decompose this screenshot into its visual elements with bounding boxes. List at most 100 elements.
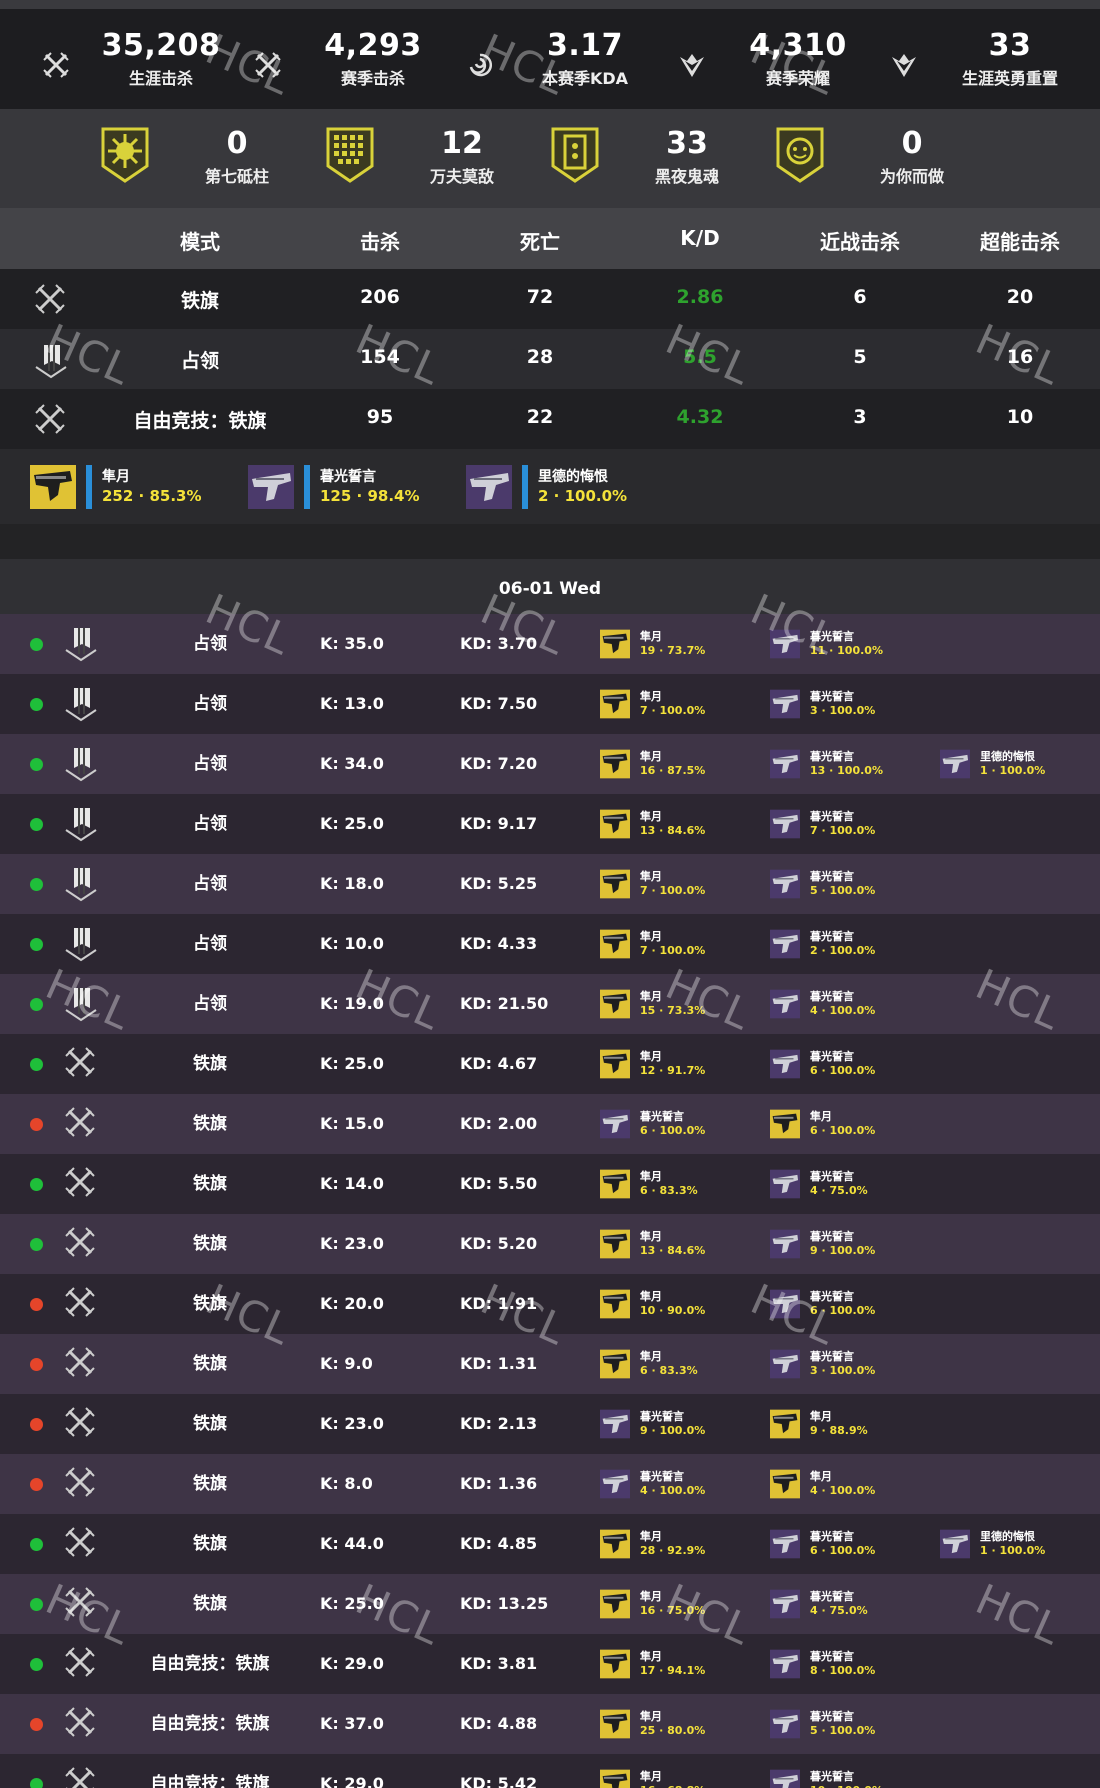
weapon-thumb-icon bbox=[770, 929, 800, 959]
weapon-thumb-icon bbox=[770, 869, 800, 899]
weapon-thumb-icon bbox=[600, 1289, 630, 1319]
match-row[interactable]: 铁旗 K: 23.0 KD: 2.13 暮光誓言 9 · 100.0% 隼月 9 · 88.… bbox=[0, 1394, 1100, 1454]
weapon-thumb-icon bbox=[600, 809, 630, 839]
match-kills: K: 18.0 bbox=[320, 874, 384, 893]
match-kills: K: 25.0 bbox=[320, 1054, 384, 1073]
weapon-stat: 7 · 100.0% bbox=[640, 704, 706, 717]
super-kills-value: 10 bbox=[1006, 406, 1034, 428]
match-mode: 占领 bbox=[193, 634, 227, 654]
match-row[interactable]: 铁旗 K: 9.0 KD: 1.31 隼月 6 · 83.3% 暮光誓言 3 · 100.0… bbox=[0, 1334, 1100, 1394]
weapon-name: 暮光誓言 bbox=[640, 1410, 684, 1423]
weapon-stat: 25 · 80.0% bbox=[640, 1724, 706, 1737]
iron-banner-icon bbox=[32, 281, 68, 317]
weapon-name: 里德的悔恨 bbox=[980, 750, 1035, 763]
match-mode: 铁旗 bbox=[193, 1474, 227, 1494]
weapon-name: 隼月 bbox=[640, 1650, 662, 1663]
header-kills: 击杀 bbox=[360, 230, 400, 254]
badges-bar: 0 第七砥柱 12 万夫莫敌 33 黑夜鬼魂 0 为你而做 bbox=[0, 109, 1100, 208]
match-row[interactable]: 铁旗 K: 25.0 KD: 13.25 隼月 16 · 75.0% 暮光誓言 4 · 75… bbox=[0, 1574, 1100, 1634]
made-for-you-icon bbox=[776, 127, 824, 183]
match-row[interactable]: 铁旗 K: 23.0 KD: 5.20 隼月 13 · 84.6% 暮光誓言 9 · 100… bbox=[0, 1214, 1100, 1274]
iron-banner-icon bbox=[62, 1464, 100, 1504]
weapon-name: 暮光誓言 bbox=[810, 1710, 854, 1723]
iron-banner-icon bbox=[62, 1704, 100, 1744]
match-row[interactable]: 铁旗 K: 44.0 KD: 4.85 隼月 28 · 92.9% 暮光誓言 6 · 100… bbox=[0, 1514, 1100, 1574]
weapon-stat: 252 · 85.3% bbox=[102, 487, 202, 505]
match-weapon: 里德的悔恨 1 · 100.0% bbox=[940, 1527, 1045, 1561]
weapon-thumb-icon bbox=[770, 629, 800, 659]
weapon-name: 暮光誓言 bbox=[320, 469, 376, 485]
match-row[interactable]: 占领 K: 13.0 KD: 7.50 隼月 7 · 100.0% 暮光誓言 3 · 100… bbox=[0, 674, 1100, 734]
season-kills-stat: 4,293 赛季击杀 bbox=[293, 29, 453, 89]
match-weapon: 暮光誓言 5 · 100.0% bbox=[770, 867, 875, 901]
match-kills: K: 35.0 bbox=[320, 634, 384, 653]
match-weapon: 暮光誓言 4 · 100.0% bbox=[600, 1467, 705, 1501]
win-indicator bbox=[30, 1178, 43, 1191]
weapon-thumb-icon bbox=[600, 749, 630, 779]
match-kills: K: 10.0 bbox=[320, 934, 384, 953]
weapon-stat: 1 · 100.0% bbox=[980, 1544, 1046, 1557]
deaths-value: 22 bbox=[526, 406, 554, 428]
match-mode: 铁旗 bbox=[193, 1414, 227, 1434]
match-row[interactable]: 占领 K: 25.0 KD: 9.17 隼月 13 · 84.6% 暮光誓言 7 · 100… bbox=[0, 794, 1100, 854]
weapon-name: 暮光誓言 bbox=[640, 1470, 684, 1483]
match-weapon: 隼月 16 · 75.0% bbox=[600, 1587, 705, 1621]
match-weapon: 隼月 12 · 91.7% bbox=[600, 1047, 705, 1081]
melee-kills-value: 6 bbox=[853, 286, 867, 308]
weapon-name: 隼月 bbox=[640, 1290, 662, 1303]
match-row[interactable]: 占领 K: 35.0 KD: 3.70 隼月 19 · 73.7% 暮光誓言 11 · 10… bbox=[0, 614, 1100, 674]
top-strip bbox=[0, 0, 1100, 9]
weapon-thumb-icon bbox=[770, 1109, 800, 1139]
weapon-thumb-icon bbox=[600, 1709, 630, 1739]
weapon-name: 隼月 bbox=[640, 810, 662, 823]
weapon-stat: 5 · 100.0% bbox=[810, 884, 876, 897]
stat-label: 为你而做 bbox=[879, 167, 944, 186]
match-row[interactable]: 铁旗 K: 8.0 KD: 1.36 暮光誓言 4 · 100.0% 隼月 4 · 100.… bbox=[0, 1454, 1100, 1514]
match-kills: K: 34.0 bbox=[320, 754, 384, 773]
weapon-stat: 6 · 83.3% bbox=[640, 1364, 698, 1377]
weapon-name: 暮光誓言 bbox=[810, 750, 854, 763]
match-kd: KD: 4.33 bbox=[460, 934, 538, 953]
match-mode: 占领 bbox=[193, 814, 227, 834]
weapon-name: 暮光誓言 bbox=[810, 630, 854, 643]
weapon-thumb-icon bbox=[770, 1229, 800, 1259]
weapon-thumb-icon bbox=[600, 629, 630, 659]
match-row[interactable]: 占领 K: 34.0 KD: 7.20 隼月 16 · 87.5% 暮光誓言 13 · 10… bbox=[0, 734, 1100, 794]
weapon-thumb-icon bbox=[600, 1409, 630, 1439]
win-indicator bbox=[30, 698, 43, 711]
match-row[interactable]: 铁旗 K: 20.0 KD: 1.91 隼月 10 · 90.0% 暮光誓言 6 · 100… bbox=[0, 1274, 1100, 1334]
ghost-of-night-icon bbox=[551, 127, 599, 183]
match-weapon: 隼月 6 · 83.3% bbox=[600, 1167, 698, 1201]
weapon-name: 暮光誓言 bbox=[810, 1650, 854, 1663]
match-weapon: 暮光誓言 4 · 75.0% bbox=[770, 1587, 868, 1621]
mode-table-body: 铁旗 206 72 2.86 6 20 占领 154 28 5.5 5 16 自由竞技：铁旗 95 22 4.… bbox=[0, 269, 1100, 449]
match-row[interactable]: 占领 K: 10.0 KD: 4.33 隼月 7 · 100.0% 暮光誓言 2 · 100… bbox=[0, 914, 1100, 974]
match-kills: K: 23.0 bbox=[320, 1414, 384, 1433]
valor-wings-icon bbox=[886, 47, 922, 83]
crossed-swords-icon bbox=[38, 47, 74, 83]
match-kills: K: 19.0 bbox=[320, 994, 384, 1013]
match-kd: KD: 4.85 bbox=[460, 1534, 538, 1553]
match-weapon: 暮光誓言 3 · 100.0% bbox=[770, 1347, 875, 1381]
match-weapon: 暮光誓言 6 · 100.0% bbox=[600, 1107, 705, 1141]
weapon-stat: 4 · 75.0% bbox=[810, 1184, 868, 1197]
match-row[interactable]: 自由竞技：铁旗 K: 37.0 KD: 4.88 隼月 25 · 80.0% 暮光誓言 5 … bbox=[0, 1694, 1100, 1754]
weapon-name: 隼月 bbox=[102, 469, 130, 485]
match-row[interactable]: 占领 K: 19.0 KD: 21.50 隼月 15 · 73.3% 暮光誓言 4 · 10… bbox=[0, 974, 1100, 1034]
weapon-name: 隼月 bbox=[640, 1710, 662, 1723]
weapon-thumb-icon bbox=[600, 1049, 630, 1079]
match-row[interactable]: 自由竞技：铁旗 K: 29.0 KD: 5.42 隼月16 · 68.8% 暮光誓言10… bbox=[0, 1754, 1100, 1788]
weapon-stat: 3 · 100.0% bbox=[810, 1364, 876, 1377]
weapon-thumb-icon bbox=[770, 1169, 800, 1199]
weapon-stat: 16 · 75.0% bbox=[640, 1604, 706, 1617]
match-row[interactable]: 铁旗 K: 14.0 KD: 5.50 隼月 6 · 83.3% 暮光誓言 4 · 75.0… bbox=[0, 1154, 1100, 1214]
weapon-name: 暮光誓言 bbox=[810, 1230, 854, 1243]
weapon-thumb-icon bbox=[940, 1529, 970, 1559]
match-row[interactable]: 铁旗 K: 15.0 KD: 2.00 暮光誓言 6 · 100.0% 隼月 6 · 100… bbox=[0, 1094, 1100, 1154]
match-kd: KD: 4.88 bbox=[460, 1714, 538, 1733]
match-row[interactable]: 铁旗 K: 25.0 KD: 4.67 隼月 12 · 91.7% 暮光誓言 6 · 100… bbox=[0, 1034, 1100, 1094]
stat-value: 4,293 bbox=[324, 28, 422, 63]
stat-value: 3.17 bbox=[546, 28, 624, 63]
match-row[interactable]: 占领 K: 18.0 KD: 5.25 隼月 7 · 100.0% 暮光誓言 5 · 100… bbox=[0, 854, 1100, 914]
match-row[interactable]: 自由竞技：铁旗 K: 29.0 KD: 3.81 隼月 17 · 94.1% 暮光誓言 8 … bbox=[0, 1634, 1100, 1694]
